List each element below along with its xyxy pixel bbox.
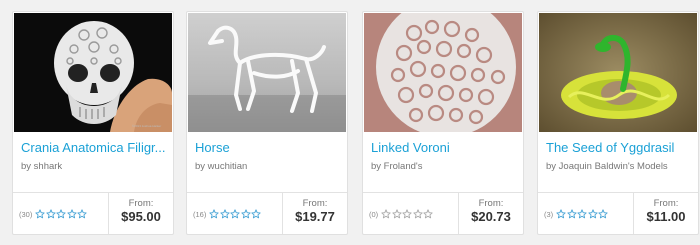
from-label: From: <box>302 198 328 209</box>
rating-count: (0) <box>369 209 379 219</box>
product-author[interactable]: by Froland's <box>371 161 422 172</box>
star-icon <box>598 209 608 219</box>
star-icon <box>67 209 77 219</box>
product-card[interactable]: Horse by wuchitian (16) From: $19.77 <box>186 11 348 235</box>
price: $19.77 <box>295 209 335 224</box>
product-title[interactable]: Crania Anatomica Filigr... <box>21 140 169 155</box>
product-card[interactable]: The Seed of Yggdrasil by Joaquin Baldwin… <box>537 11 699 235</box>
star-icon <box>567 209 577 219</box>
product-author[interactable]: by Joaquin Baldwin's Models <box>546 161 668 172</box>
star-icon <box>241 209 251 219</box>
card-footer: (16) From: $19.77 <box>187 192 347 234</box>
star-icon <box>402 209 412 219</box>
star-icon <box>423 209 433 219</box>
product-author[interactable]: by shhark <box>21 161 62 172</box>
star-icon <box>588 209 598 219</box>
rating[interactable]: (0) <box>369 207 434 221</box>
rating-count: (3) <box>544 209 554 219</box>
rating[interactable]: (3) <box>544 207 609 221</box>
price-box: From: $20.73 <box>458 193 523 234</box>
star-icon <box>413 209 423 219</box>
rating-count: (30) <box>19 209 33 219</box>
product-title[interactable]: Horse <box>195 140 343 155</box>
rating[interactable]: (16) <box>193 207 262 221</box>
from-label: From: <box>128 198 154 209</box>
star-icon <box>392 209 402 219</box>
image-caption: ©2013 Joshua Harker <box>132 124 161 128</box>
star-rating <box>35 209 88 219</box>
star-icon <box>220 209 230 219</box>
star-icon <box>556 209 566 219</box>
product-card[interactable]: Linked Voroni by Froland's (0) From: $20… <box>362 11 524 235</box>
product-card[interactable]: ©2013 Joshua Harker Crania Anatomica Fil… <box>12 11 174 235</box>
star-icon <box>577 209 587 219</box>
star-rating <box>381 209 434 219</box>
price-box: From: $95.00 <box>108 193 173 234</box>
price: $95.00 <box>121 209 161 224</box>
product-image-voronoi[interactable] <box>364 13 522 132</box>
star-icon <box>230 209 240 219</box>
product-author[interactable]: by wuchitian <box>195 161 247 172</box>
price: $11.00 <box>646 209 686 224</box>
star-icon <box>77 209 87 219</box>
price-box: From: $19.77 <box>282 193 347 234</box>
product-image-horse[interactable] <box>188 13 346 132</box>
star-rating <box>209 209 262 219</box>
from-label: From: <box>478 198 504 209</box>
product-title[interactable]: Linked Voroni <box>371 140 519 155</box>
star-icon <box>46 209 56 219</box>
star-icon <box>56 209 66 219</box>
product-image-skull[interactable]: ©2013 Joshua Harker <box>14 13 172 132</box>
card-footer: (30) From: $95.00 <box>13 192 173 234</box>
price: $20.73 <box>471 209 511 224</box>
card-footer: (3) From: $11.00 <box>538 192 698 234</box>
rating-count: (16) <box>193 209 207 219</box>
star-icon <box>251 209 261 219</box>
rating[interactable]: (30) <box>19 207 88 221</box>
star-icon <box>209 209 219 219</box>
star-rating <box>556 209 609 219</box>
star-icon <box>381 209 391 219</box>
from-label: From: <box>653 198 679 209</box>
price-box: From: $11.00 <box>633 193 698 234</box>
product-title[interactable]: The Seed of Yggdrasil <box>546 140 694 155</box>
product-image-seed[interactable] <box>539 13 697 132</box>
star-icon <box>35 209 45 219</box>
card-footer: (0) From: $20.73 <box>363 192 523 234</box>
